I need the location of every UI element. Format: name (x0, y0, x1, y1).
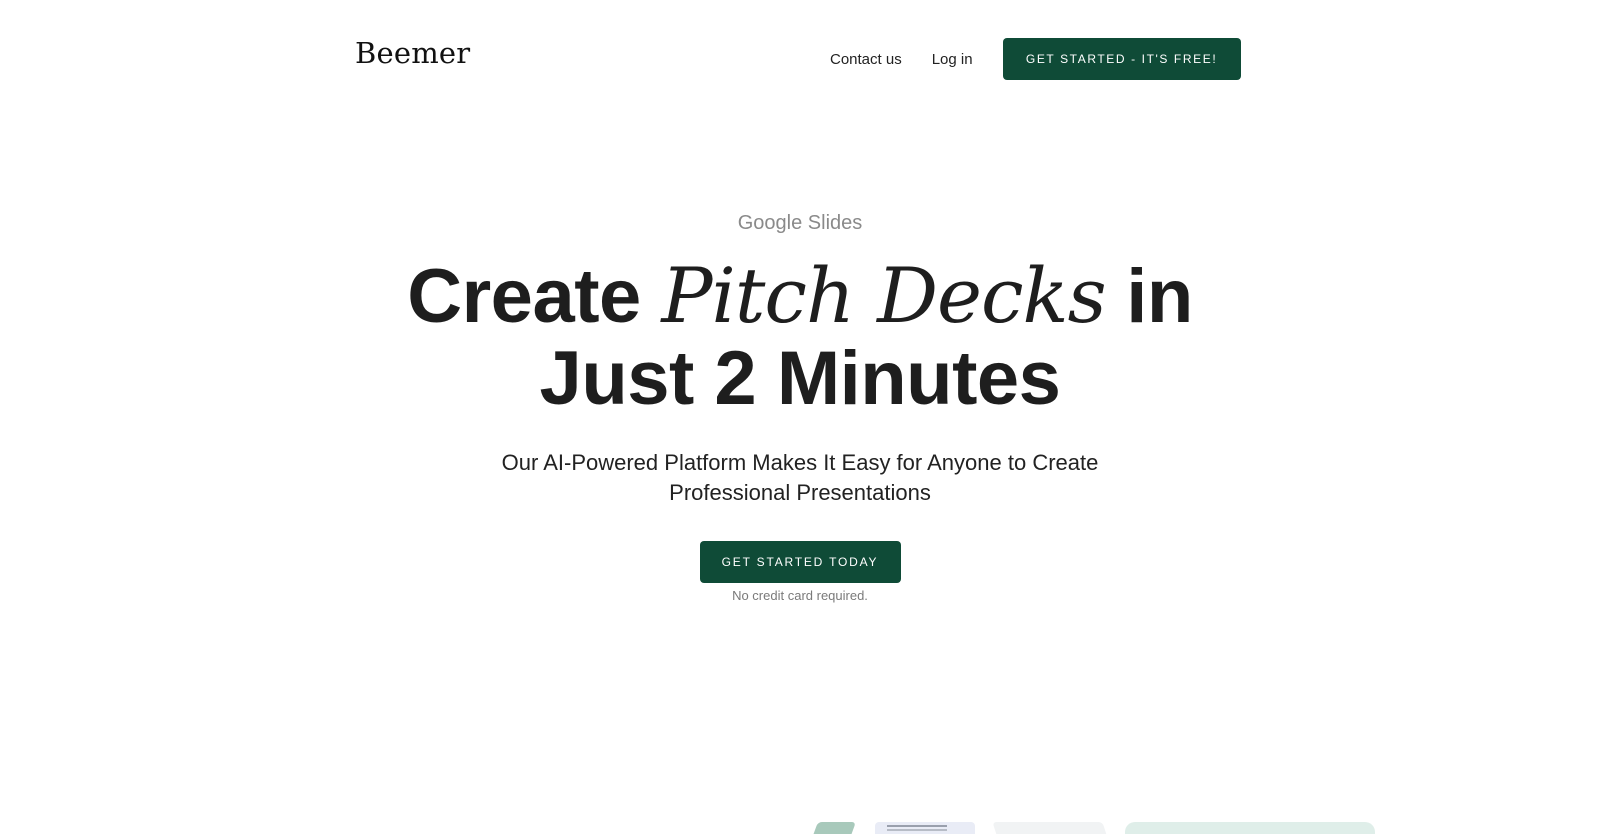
headline-in: in (1126, 254, 1193, 339)
preview-card (875, 822, 975, 834)
landing-page: Beemer Contact us Log in GET STARTED - I… (0, 0, 1600, 834)
headline-line2: Just 2 Minutes (539, 336, 1061, 421)
headline-accent: Pitch Decks (661, 251, 1106, 340)
preview-card (812, 822, 856, 834)
no-credit-card-note: No credit card required. (732, 588, 868, 603)
hero-subheadline: Our AI-Powered Platform Makes It Easy fo… (501, 450, 1099, 505)
preview-text-lines (887, 825, 947, 827)
top-nav: Contact us Log in GET STARTED - IT'S FRE… (830, 38, 1241, 80)
hero-headline: Create Pitch Decks in Just 2 Minutes (350, 255, 1250, 420)
headline-create: Create (407, 254, 641, 339)
preview-cards-strip (812, 822, 1375, 834)
brand-logo[interactable]: Beemer (355, 36, 470, 70)
contact-link[interactable]: Contact us (830, 51, 902, 68)
hero-eyebrow: Google Slides (737, 212, 863, 234)
login-link[interactable]: Log in (932, 51, 973, 68)
hero-section: Google Slides Create Pitch Decks in Just… (0, 212, 1600, 603)
preview-card (992, 822, 1108, 834)
get-started-free-button[interactable]: GET STARTED - IT'S FREE! (1002, 38, 1241, 80)
preview-card (1125, 822, 1375, 834)
get-started-today-button[interactable]: GET STARTED TODAY (699, 541, 901, 583)
